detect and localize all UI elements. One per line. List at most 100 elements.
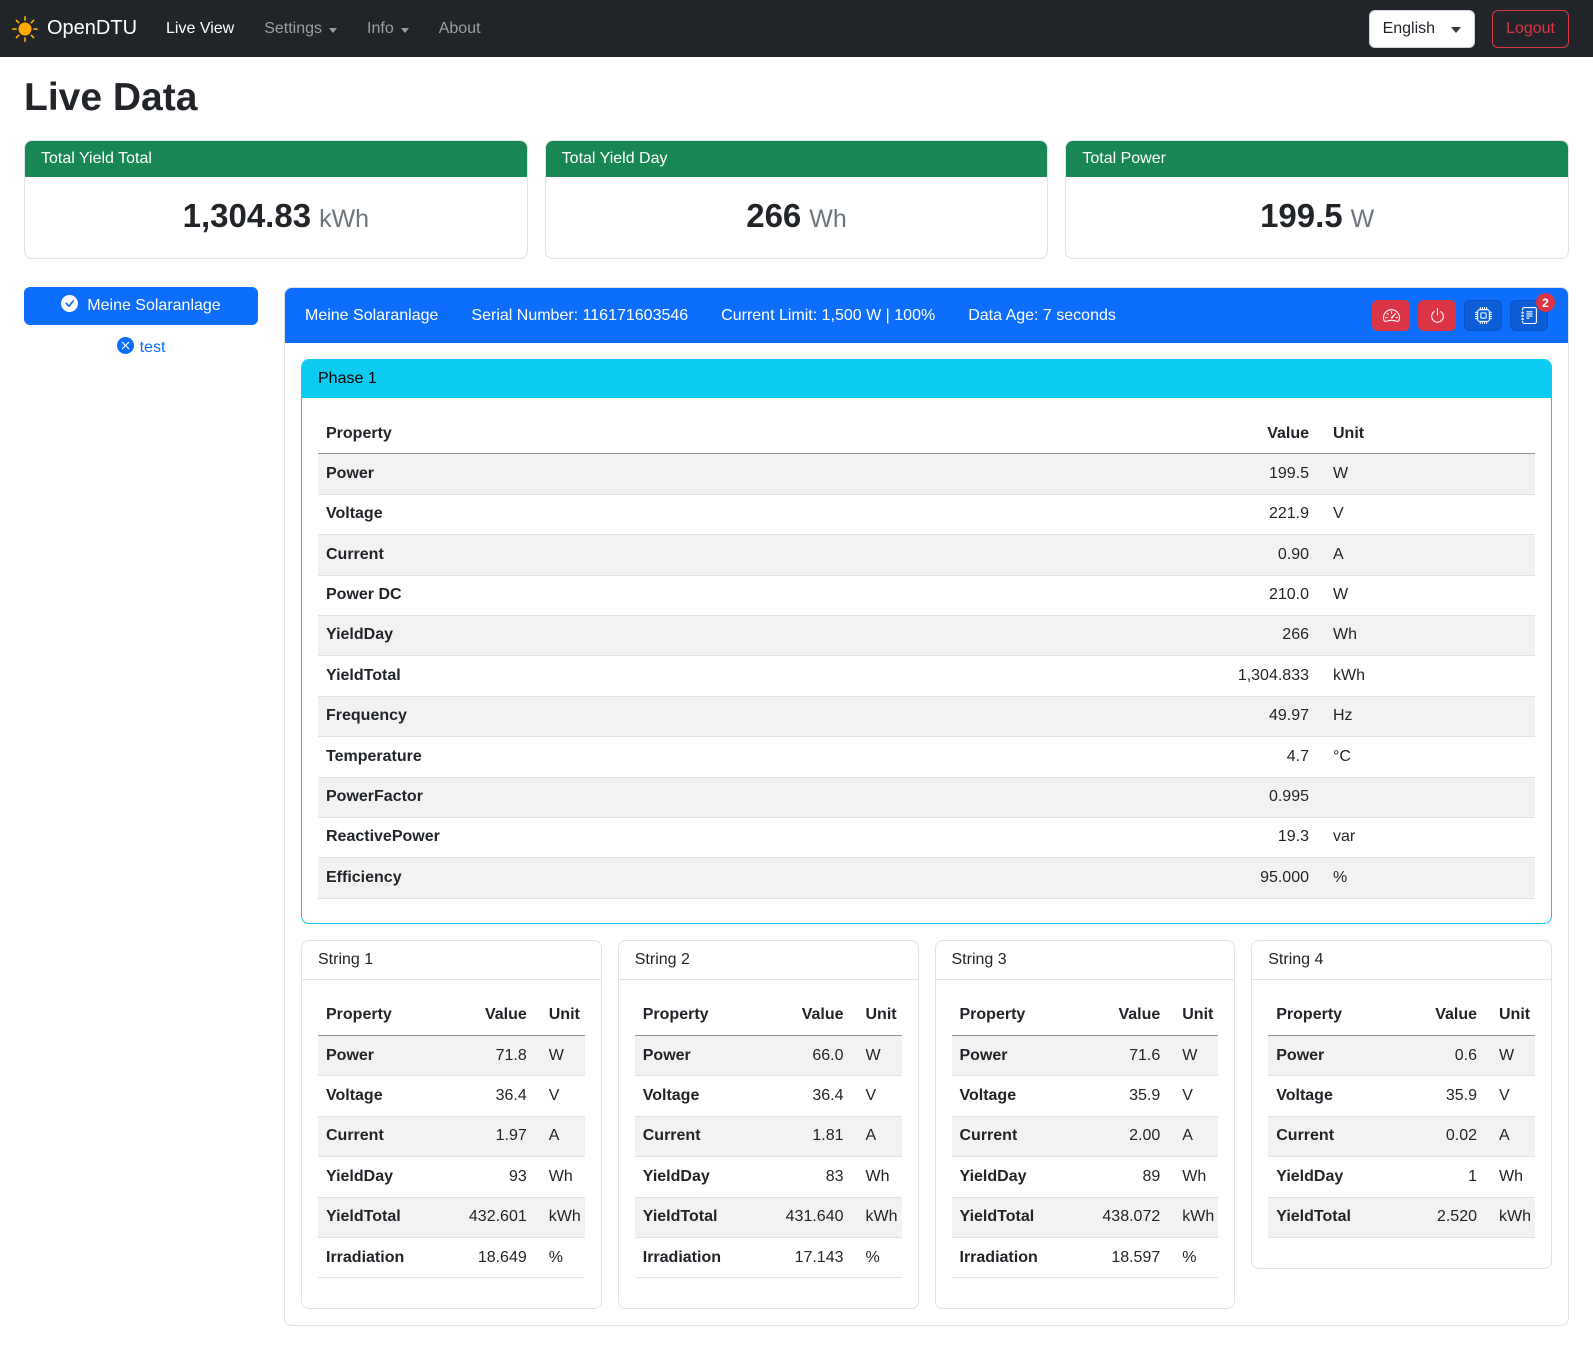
row-unit: W <box>1317 454 1535 493</box>
event-count-badge: 2 <box>1536 293 1555 312</box>
row-unit: Wh <box>1485 1157 1535 1196</box>
nav-label: Settings <box>264 20 322 38</box>
string-3-table: Property Value Unit Power 71. <box>952 996 1219 1279</box>
nav-label: About <box>439 20 481 38</box>
string-1-table: Property Value Unit Power 71. <box>318 996 585 1279</box>
row-value: 431.640 <box>776 1198 852 1237</box>
column-header-value: Value <box>1409 996 1485 1035</box>
row-value: 71.8 <box>459 1036 535 1075</box>
row-property: YieldTotal <box>318 1198 459 1237</box>
table-row: YieldTotal 438.072 kWh <box>952 1198 1219 1238</box>
column-header-property: Property <box>318 996 459 1035</box>
x-circle-icon <box>117 337 134 359</box>
column-header-value: Value <box>1177 414 1317 453</box>
row-value: 432.601 <box>459 1198 535 1237</box>
string-3-body: Property Value Unit Power 71. <box>936 980 1235 1309</box>
nav-item-info[interactable]: Info <box>352 12 424 46</box>
row-unit: Wh <box>852 1157 902 1196</box>
row-value: 0.90 <box>1177 535 1317 574</box>
string-4-title: String 4 <box>1252 941 1551 980</box>
nav-item-about[interactable]: About <box>424 12 496 46</box>
row-value: 19.3 <box>1177 818 1317 857</box>
table-row: YieldDay 83 Wh <box>635 1157 902 1197</box>
row-property: YieldDay <box>952 1157 1093 1196</box>
column-header-value: Value <box>1092 996 1168 1035</box>
row-value: 36.4 <box>776 1076 852 1115</box>
row-property: YieldDay <box>1268 1157 1409 1196</box>
string-3-table-body: Power 71.6 W Voltage 35.9 V <box>952 1036 1219 1278</box>
total-yield-day-unit: Wh <box>809 205 847 233</box>
row-value: 18.649 <box>459 1238 535 1277</box>
top-navbar: OpenDTU Live View Settings Info About En… <box>0 0 1593 57</box>
row-property: Irradiation <box>635 1238 776 1277</box>
row-unit: % <box>535 1238 585 1277</box>
total-yield-day-card: Total Yield Day 266Wh <box>545 140 1049 259</box>
nav-item-live-view[interactable]: Live View <box>151 12 249 46</box>
row-unit: var <box>1317 818 1535 857</box>
sidebar-item-test[interactable]: test <box>117 337 166 359</box>
row-unit: V <box>852 1076 902 1115</box>
row-value: 221.9 <box>1177 495 1317 534</box>
string-1-table-body: Power 71.8 W Voltage 36.4 V <box>318 1036 585 1278</box>
brand-link[interactable]: OpenDTU <box>12 16 137 42</box>
row-value: 1,304.833 <box>1177 656 1317 695</box>
main-layout: Meine Solaranlage test Meine Solaranlage… <box>24 287 1569 1326</box>
total-power-value: 199.5 <box>1260 197 1343 234</box>
nav-item-settings[interactable]: Settings <box>249 12 352 46</box>
row-value: 35.9 <box>1409 1076 1485 1115</box>
event-log-button[interactable]: 2 <box>1510 300 1548 331</box>
power-button[interactable] <box>1418 300 1456 331</box>
row-unit: W <box>1168 1036 1218 1075</box>
limit-settings-button[interactable] <box>1372 300 1410 331</box>
logout-button[interactable]: Logout <box>1492 10 1569 48</box>
chevron-down-icon <box>1451 27 1461 33</box>
column-header-unit: Unit <box>535 996 585 1035</box>
sidebar-item-meine-solaranlage[interactable]: Meine Solaranlage <box>24 287 258 325</box>
row-unit: V <box>535 1076 585 1115</box>
row-property: YieldDay <box>635 1157 776 1196</box>
table-header-row: Property Value Unit <box>318 414 1535 454</box>
nav-menu: Live View Settings Info About <box>151 12 1369 46</box>
table-row: YieldTotal 432.601 kWh <box>318 1198 585 1238</box>
row-property: YieldDay <box>318 616 1177 655</box>
total-yield-total-value: 1,304.83 <box>183 197 311 234</box>
row-property: YieldTotal <box>318 656 1177 695</box>
string-2-body: Property Value Unit Power 66. <box>619 980 918 1309</box>
string-2-card: String 2 Property Value Unit <box>618 940 919 1310</box>
row-property: Frequency <box>318 697 1177 736</box>
row-unit: W <box>852 1036 902 1075</box>
device-info-button[interactable] <box>1464 300 1502 331</box>
phase-1-card: Phase 1 Property Value Unit <box>301 359 1552 924</box>
row-property: Voltage <box>1268 1076 1409 1115</box>
row-unit: V <box>1168 1076 1218 1115</box>
row-property: Power <box>635 1036 776 1075</box>
chevron-down-icon <box>401 28 409 33</box>
inverter-card-body: Phase 1 Property Value Unit <box>285 343 1568 1325</box>
card-body: 1,304.83kWh <box>25 177 527 258</box>
row-value: 0.02 <box>1409 1117 1485 1156</box>
table-row: Power 71.8 W <box>318 1036 585 1076</box>
row-unit: V <box>1317 495 1535 534</box>
row-property: YieldTotal <box>1268 1198 1409 1237</box>
language-select[interactable]: English <box>1369 10 1475 48</box>
column-header-value: Value <box>459 996 535 1035</box>
row-unit: W <box>1317 576 1535 615</box>
row-value: 210.0 <box>1177 576 1317 615</box>
inverter-serial: Serial Number: 116171603546 <box>471 307 688 325</box>
string-3-card: String 3 Property Value Unit <box>935 940 1236 1310</box>
string-4-card: String 4 Property Value Unit <box>1251 940 1552 1269</box>
row-property: Irradiation <box>952 1238 1093 1277</box>
row-property: Power <box>952 1036 1093 1075</box>
row-unit: Wh <box>535 1157 585 1196</box>
summary-cards: Total Yield Total 1,304.83kWh Total Yiel… <box>24 140 1569 259</box>
column-header-value: Value <box>776 996 852 1035</box>
column-header-unit: Unit <box>1168 996 1218 1035</box>
string-4-table-body: Power 0.6 W Voltage 35.9 V <box>1268 1036 1535 1238</box>
table-row: Temperature 4.7 °C <box>318 737 1535 777</box>
table-row: Voltage 35.9 V <box>1268 1076 1535 1116</box>
table-header-row: Property Value Unit <box>635 996 902 1036</box>
row-unit: Wh <box>1317 616 1535 655</box>
navbar-right: English Logout <box>1369 10 1569 48</box>
string-1-card: String 1 Property Value Unit <box>301 940 602 1310</box>
row-value: 89 <box>1092 1157 1168 1196</box>
